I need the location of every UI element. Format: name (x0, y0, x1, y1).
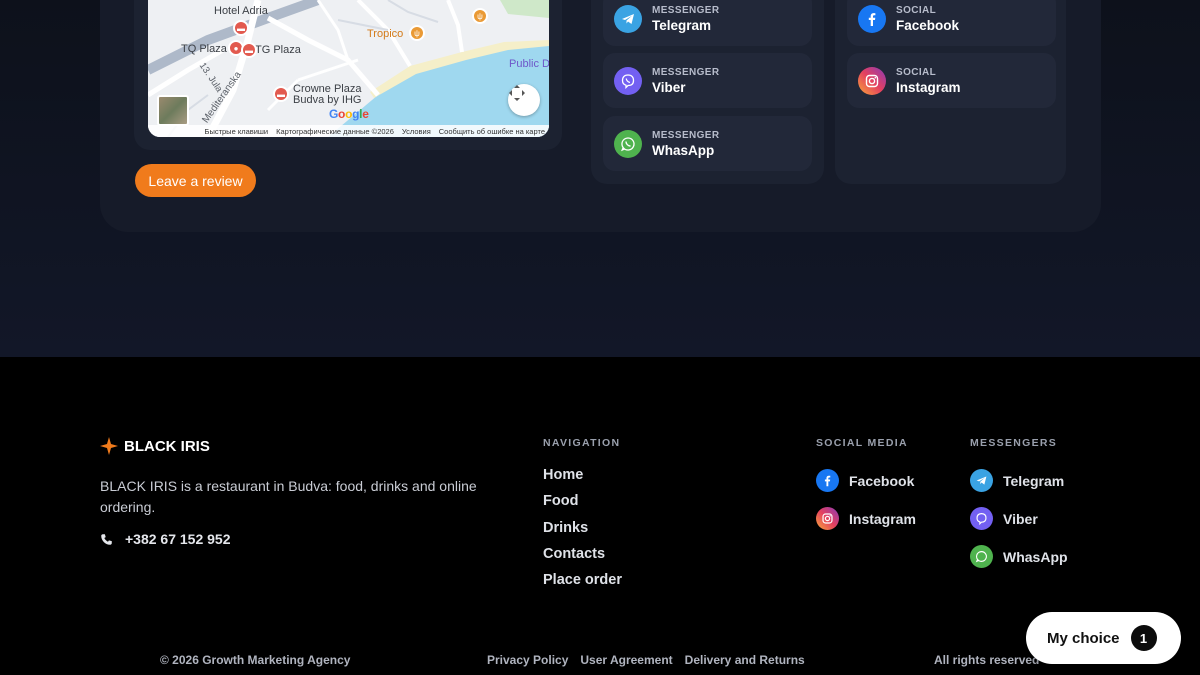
map-embed[interactable]: Hotel Adria TQ Plaza TG Plaza Tropico Pu… (148, 0, 549, 137)
navigation-title: NAVIGATION (543, 437, 621, 449)
contact-telegram[interactable]: MESSENGER Telegram (603, 0, 812, 46)
map-attribution-bar: Быстрые клавиши Картографические данные … (148, 125, 549, 137)
messengers-title: MESSENGERS (970, 437, 1058, 449)
map-label-tropico: Tropico (367, 28, 404, 40)
contact-name-label: WhasApp (652, 142, 715, 158)
hotel-pin-icon[interactable]: ▬ (241, 42, 257, 58)
policy-links: Privacy Policy User Agreement Delivery a… (487, 653, 805, 667)
hotel-pin-icon[interactable]: ▬ (233, 20, 249, 36)
footer-phone-link[interactable]: +382 67 152 952 (100, 531, 231, 547)
contact-whatsapp[interactable]: MESSENGER WhasApp (603, 116, 812, 171)
contacts-section: Hotel Adria TQ Plaza TG Plaza Tropico Pu… (0, 0, 1200, 357)
footer-link-label: Viber (1003, 510, 1038, 527)
map-camera-control[interactable] (508, 84, 540, 116)
map-report-link[interactable]: Сообщить об ошибке на карте (439, 127, 545, 136)
footer-link-telegram[interactable]: Telegram (970, 469, 1064, 492)
map-label-tg-plaza: TG Plaza (255, 44, 301, 56)
restaurant-pin-icon[interactable]: ψ (472, 8, 488, 24)
contact-name-label: Viber (652, 79, 686, 95)
my-choice-button[interactable]: My choice 1 (1026, 612, 1181, 664)
my-choice-label: My choice (1047, 629, 1120, 647)
social-media-title: SOCIAL MEDIA (816, 437, 908, 449)
footer-link-label: Facebook (849, 472, 915, 489)
map-data-label: Картографические данные ©2026 (276, 126, 394, 136)
map-shortcuts-link[interactable]: Быстрые клавиши (205, 127, 269, 136)
footer-brand-name: BLACK IRIS (124, 437, 210, 455)
arrows-move-icon (509, 85, 525, 101)
my-choice-count-badge: 1 (1130, 625, 1157, 651)
contact-type-label: SOCIAL (896, 4, 937, 16)
copyright-text: © 2026 Growth Marketing Agency (160, 653, 351, 667)
map-label-hotel-adria: Hotel Adria (214, 5, 268, 17)
nav-link-drinks[interactable]: Drinks (543, 519, 622, 545)
telegram-icon (970, 469, 993, 492)
footer-link-label: Instagram (849, 510, 916, 527)
map-label-public-d: Public D (509, 58, 549, 70)
contact-type-label: MESSENGER (652, 129, 720, 141)
phone-icon (101, 533, 112, 545)
user-agreement-link[interactable]: User Agreement (580, 653, 672, 667)
contact-facebook[interactable]: SOCIAL Facebook (847, 0, 1056, 46)
satellite-toggle-thumbnail[interactable] (157, 95, 189, 126)
contact-name-label: Facebook (896, 17, 960, 33)
contact-viber[interactable]: MESSENGER Viber (603, 53, 812, 108)
rights-text: All rights reserved (934, 653, 1040, 667)
map-label-crowne-plaza: Crowne Plaza Budva by IHG (293, 83, 362, 106)
viber-icon (970, 507, 993, 530)
contact-instagram[interactable]: SOCIAL Instagram (847, 53, 1056, 108)
whatsapp-icon (970, 545, 993, 568)
map-label-tq-plaza: TQ Plaza (181, 43, 227, 55)
facebook-icon (816, 469, 839, 492)
delivery-returns-link[interactable]: Delivery and Returns (685, 653, 805, 667)
footer-link-instagram[interactable]: Instagram (816, 507, 916, 530)
restaurant-pin-icon[interactable]: ψ (409, 25, 425, 41)
nav-link-contacts[interactable]: Contacts (543, 545, 622, 571)
footer-navigation: Home Food Drinks Contacts Place order (543, 466, 622, 597)
footer-phone-number: +382 67 152 952 (125, 531, 231, 547)
nav-link-food[interactable]: Food (543, 492, 622, 518)
footer-description: BLACK IRIS is a restaurant in Budva: foo… (100, 478, 477, 515)
whatsapp-icon (614, 129, 642, 158)
hotel-pin-icon[interactable]: ▬ (273, 86, 289, 102)
footer-link-facebook[interactable]: Facebook (816, 469, 914, 492)
nav-link-place-order[interactable]: Place order (543, 571, 622, 597)
telegram-icon (614, 4, 642, 33)
facebook-icon (858, 4, 886, 33)
sparkle-logo-icon (100, 437, 118, 455)
instagram-icon (816, 507, 839, 530)
map-terms-link[interactable]: Условия (402, 127, 431, 136)
contact-name-label: Instagram (896, 79, 961, 95)
instagram-icon (858, 66, 886, 95)
footer-link-viber[interactable]: Viber (970, 507, 1038, 530)
contact-type-label: SOCIAL (896, 66, 937, 78)
footer-logo[interactable]: BLACK IRIS (100, 437, 210, 455)
viber-icon (614, 66, 642, 95)
google-logo: Google (329, 107, 369, 121)
contact-name-label: Telegram (652, 17, 712, 33)
footer-link-whatsapp[interactable]: WhasApp (970, 545, 1068, 568)
footer-link-label: WhasApp (1003, 548, 1068, 565)
privacy-policy-link[interactable]: Privacy Policy (487, 653, 568, 667)
leave-review-button[interactable]: Leave a review (135, 164, 256, 197)
nav-link-home[interactable]: Home (543, 466, 622, 492)
contact-type-label: MESSENGER (652, 66, 720, 78)
contact-type-label: MESSENGER (652, 4, 720, 16)
footer-link-label: Telegram (1003, 472, 1065, 489)
